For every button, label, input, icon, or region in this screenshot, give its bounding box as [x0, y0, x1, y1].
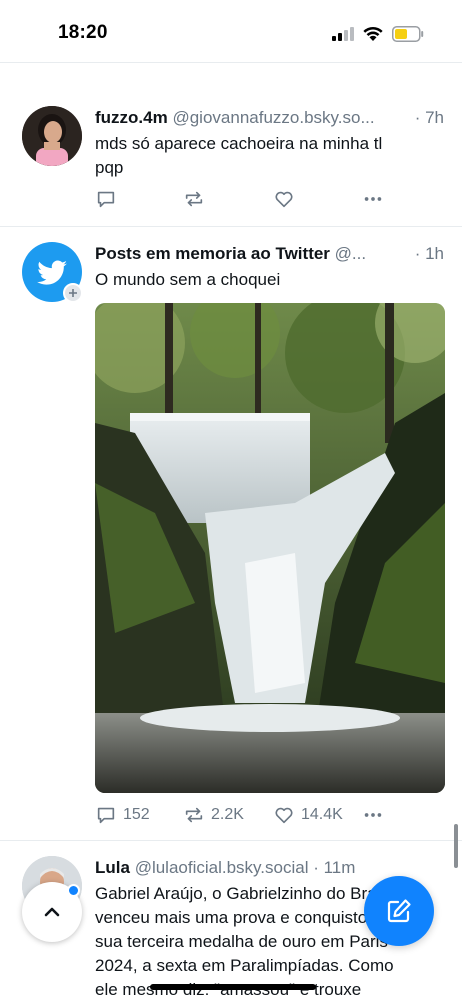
- battery-icon: [392, 26, 424, 42]
- more-icon: [364, 813, 382, 817]
- handle[interactable]: @lulaoficial.bsky.social: [135, 858, 309, 877]
- post-time: · 7h: [412, 108, 444, 128]
- post-actions: 152 2.2K 14.4K: [95, 804, 444, 828]
- more-options-button[interactable]: [362, 804, 384, 826]
- divider: [0, 62, 462, 63]
- display-name[interactable]: Posts em memoria ao Twitter: [95, 244, 330, 263]
- post-header: Posts em memoria ao Twitter @...: [95, 244, 398, 264]
- reply-icon: [97, 807, 115, 824]
- post-text-line: O mundo sem a choquei: [95, 270, 281, 289]
- status-bar: 18:20: [0, 0, 462, 62]
- avatar[interactable]: [22, 106, 82, 166]
- post-text-line: 2024, a sexta em Paralimpíadas. Como: [95, 956, 394, 975]
- scrollbar-thumb[interactable]: [454, 824, 458, 868]
- scroll-to-top-button[interactable]: [22, 882, 82, 942]
- home-indicator[interactable]: [150, 984, 316, 990]
- handle[interactable]: @giovannafuzzo.bsky.so...: [172, 108, 374, 127]
- feed-post[interactable]: fuzzo.4m @giovannafuzzo.bsky.so... · 7h …: [0, 86, 462, 226]
- reply-icon: [97, 191, 115, 208]
- status-time: 18:20: [58, 22, 108, 43]
- like-button[interactable]: [273, 188, 295, 210]
- repost-button[interactable]: 2.2K: [183, 804, 244, 826]
- handle[interactable]: @...: [335, 244, 366, 263]
- compose-button[interactable]: [364, 876, 434, 946]
- like-button[interactable]: 14.4K: [273, 804, 343, 826]
- reply-button[interactable]: 152: [95, 804, 150, 826]
- wifi-icon: [363, 26, 383, 41]
- reply-button[interactable]: [95, 188, 117, 210]
- post-text-line: pqp: [95, 158, 124, 177]
- compose-icon: [387, 899, 411, 923]
- post-actions: [95, 188, 444, 212]
- plus-icon: [69, 289, 77, 297]
- repost-icon: [185, 807, 203, 823]
- more-options-button[interactable]: [362, 188, 384, 210]
- more-icon: [364, 197, 382, 201]
- reply-count: 152: [123, 806, 150, 823]
- post-text: O mundo sem a choquei: [95, 268, 442, 292]
- waterfall-image: [95, 303, 445, 793]
- avatar[interactable]: [22, 242, 83, 303]
- post-time: · 11m: [313, 858, 356, 877]
- follow-plus-badge[interactable]: [63, 283, 83, 303]
- unread-indicator-dot: [67, 884, 80, 897]
- repost-count: 2.2K: [211, 806, 244, 823]
- like-icon: [275, 807, 293, 824]
- display-name[interactable]: fuzzo.4m: [95, 108, 168, 127]
- cellular-signal-icon: [332, 27, 354, 41]
- post-header: Lula @lulaoficial.bsky.social · 11m: [95, 858, 444, 878]
- like-count: 14.4K: [301, 806, 343, 823]
- avatar-photo: [22, 106, 82, 166]
- display-name[interactable]: Lula: [95, 858, 130, 877]
- post-text: mds só aparece cachoeira na minha tl pqp: [95, 132, 442, 180]
- repost-button[interactable]: [183, 188, 205, 210]
- post-text-line: mds só aparece cachoeira na minha tl: [95, 134, 383, 153]
- post-time: · 1h: [412, 244, 444, 264]
- like-icon: [275, 191, 293, 208]
- feed-post[interactable]: Posts em memoria ao Twitter @... · 1h O …: [0, 226, 462, 840]
- waterfall-photo[interactable]: [95, 303, 445, 793]
- chevron-up-icon: [44, 907, 60, 917]
- post-header: fuzzo.4m @giovannafuzzo.bsky.so...: [95, 108, 444, 128]
- repost-icon: [185, 191, 203, 207]
